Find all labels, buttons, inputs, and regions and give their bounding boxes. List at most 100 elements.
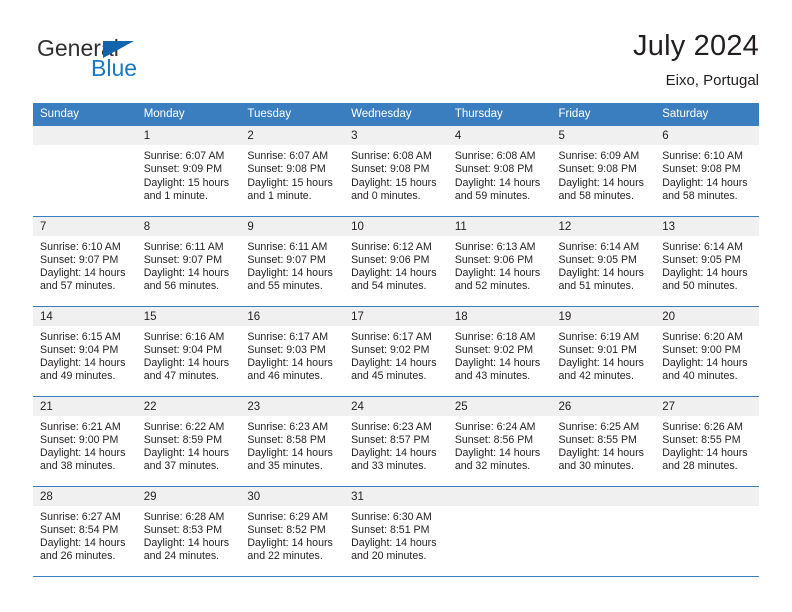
calendar-day-cell[interactable]: 16 Sunrise: 6:17 AM Sunset: 9:03 PM Dayligh… (240, 306, 345, 397)
calendar-week-row: 21 Sunrise: 6:21 AM Sunset: 9:00 PM Dayligh… (33, 396, 759, 487)
calendar-day-cell[interactable]: 21 Sunrise: 6:21 AM Sunset: 9:00 PM Dayligh… (33, 396, 137, 487)
calendar-day-cell[interactable]: 29 Sunrise: 6:28 AM Sunset: 8:53 PM Dayligh… (136, 486, 241, 577)
day-info: Sunrise: 6:11 AM Sunset: 9:07 PM Daylight:… (137, 236, 241, 294)
day-number: 27 (655, 396, 759, 416)
calendar-day-cell[interactable]: 14 Sunrise: 6:15 AM Sunset: 9:04 PM Dayligh… (33, 306, 137, 397)
day-number: 2 (240, 126, 345, 145)
day-info: Sunrise: 6:14 AM Sunset: 9:05 PM Daylight:… (655, 236, 759, 294)
day-number: 14 (33, 306, 137, 326)
day-info: Sunrise: 6:22 AM Sunset: 8:59 PM Daylight:… (137, 416, 241, 474)
calendar-day-cell[interactable]: 17 Sunrise: 6:17 AM Sunset: 9:02 PM Dayligh… (344, 306, 448, 397)
calendar-week-row: 14 Sunrise: 6:15 AM Sunset: 9:04 PM Dayligh… (33, 306, 759, 397)
sunset-text: Sunset: 9:02 PM (454, 343, 534, 356)
calendar-day-cell[interactable]: 19 Sunrise: 6:19 AM Sunset: 9:01 PM Dayligh… (551, 306, 656, 397)
daylight-text: Daylight: 14 hours and 30 minutes. (558, 447, 644, 473)
daylight-text: Daylight: 14 hours and 54 minutes. (351, 267, 437, 293)
logo-text-blue: Blue (91, 55, 138, 81)
day-info: Sunrise: 6:07 AM Sunset: 9:08 PM Daylight:… (240, 145, 344, 203)
daylight-text: Daylight: 14 hours and 56 minutes. (143, 267, 230, 293)
calendar-day-cell[interactable]: 10 Sunrise: 6:12 AM Sunset: 9:06 PM Dayligh… (344, 216, 448, 307)
sunset-text: Sunset: 9:00 PM (40, 433, 119, 446)
day-info: Sunrise: 6:13 AM Sunset: 9:06 PM Daylight:… (448, 236, 552, 294)
calendar-day-cell[interactable]: 22 Sunrise: 6:22 AM Sunset: 8:59 PM Dayligh… (136, 396, 241, 487)
calendar-day-cell[interactable]: 24 Sunrise: 6:23 AM Sunset: 8:57 PM Dayligh… (344, 396, 448, 487)
calendar-day-cell[interactable]: 4 Sunrise: 6:08 AM Sunset: 9:08 PM Daylight… (447, 126, 552, 217)
sunrise-text: Sunrise: 6:29 AM (247, 510, 329, 523)
day-number: 30 (240, 486, 345, 506)
day-info: Sunrise: 6:23 AM Sunset: 8:57 PM Daylight:… (344, 416, 448, 474)
weekday-header-thursday: Thursday (447, 103, 552, 126)
sunset-text: Sunset: 9:05 PM (558, 253, 637, 266)
day-number: 24 (344, 396, 448, 416)
day-number: 4 (447, 126, 552, 145)
day-info: Sunrise: 6:10 AM Sunset: 9:07 PM Daylight:… (33, 236, 137, 294)
calendar-day-cell[interactable]: 5 Sunrise: 6:09 AM Sunset: 9:08 PM Daylight… (551, 126, 656, 217)
daylight-text: Daylight: 14 hours and 33 minutes. (351, 447, 437, 473)
calendar-day-cell[interactable]: 1 Sunrise: 6:07 AM Sunset: 9:09 PM Daylight… (136, 126, 241, 217)
sunrise-text: Sunrise: 6:07 AM (247, 150, 329, 162)
daylight-text: Daylight: 15 hours and 0 minutes. (351, 176, 437, 202)
day-info: Sunrise: 6:26 AM Sunset: 8:55 PM Daylight:… (655, 416, 759, 474)
sunset-text: Sunset: 9:08 PM (454, 163, 534, 176)
day-info: Sunrise: 6:29 AM Sunset: 8:52 PM Daylight:… (240, 506, 344, 564)
calendar-day-cell-empty (447, 486, 552, 577)
calendar-day-cell[interactable]: 31 Sunrise: 6:30 AM Sunset: 8:51 PM Dayligh… (344, 486, 448, 577)
daylight-text: Daylight: 14 hours and 35 minutes. (247, 447, 333, 473)
day-number (33, 126, 137, 145)
day-number (655, 486, 759, 506)
calendar-day-cell[interactable]: 8 Sunrise: 6:11 AM Sunset: 9:07 PM Daylight… (136, 216, 241, 307)
calendar-day-cell[interactable]: 23 Sunrise: 6:23 AM Sunset: 8:58 PM Dayligh… (240, 396, 345, 487)
calendar-day-cell[interactable]: 7 Sunrise: 6:10 AM Sunset: 9:07 PM Daylight… (33, 216, 137, 307)
calendar-day-cell[interactable]: 3 Sunrise: 6:08 AM Sunset: 9:08 PM Daylight… (344, 126, 448, 217)
sunset-text: Sunset: 8:56 PM (454, 433, 534, 446)
sunset-text: Sunset: 8:51 PM (351, 523, 430, 536)
daylight-text: Daylight: 14 hours and 58 minutes. (558, 176, 644, 202)
calendar-week-row: 1 Sunrise: 6:07 AM Sunset: 9:09 PM Daylight… (33, 126, 759, 217)
calendar-day-cell[interactable]: 28 Sunrise: 6:27 AM Sunset: 8:54 PM Dayligh… (33, 486, 137, 577)
daylight-text: Daylight: 14 hours and 37 minutes. (143, 447, 230, 473)
day-info: Sunrise: 6:20 AM Sunset: 9:00 PM Daylight:… (655, 326, 759, 384)
sunrise-text: Sunrise: 6:22 AM (143, 420, 225, 433)
calendar-day-cell[interactable]: 12 Sunrise: 6:14 AM Sunset: 9:05 PM Dayligh… (551, 216, 656, 307)
day-info: Sunrise: 6:21 AM Sunset: 9:00 PM Daylight:… (33, 416, 137, 474)
calendar-day-cell[interactable]: 20 Sunrise: 6:20 AM Sunset: 9:00 PM Dayligh… (655, 306, 759, 397)
sunset-text: Sunset: 9:01 PM (558, 343, 637, 356)
day-number: 17 (344, 306, 448, 326)
calendar-day-cell[interactable]: 30 Sunrise: 6:29 AM Sunset: 8:52 PM Dayligh… (240, 486, 345, 577)
sunset-text: Sunset: 8:59 PM (143, 433, 223, 446)
day-info: Sunrise: 6:15 AM Sunset: 9:04 PM Daylight:… (33, 326, 137, 384)
calendar-day-cell[interactable]: 9 Sunrise: 6:11 AM Sunset: 9:07 PM Daylight… (240, 216, 345, 307)
calendar-day-cell[interactable]: 13 Sunrise: 6:14 AM Sunset: 9:05 PM Dayligh… (655, 216, 759, 307)
calendar-body: 1 Sunrise: 6:07 AM Sunset: 9:09 PM Daylight… (33, 126, 759, 577)
day-info: Sunrise: 6:25 AM Sunset: 8:55 PM Daylight:… (552, 416, 656, 474)
general-blue-logo[interactable]: General Blue (33, 28, 173, 82)
day-number: 28 (33, 486, 137, 506)
calendar-day-cell[interactable]: 11 Sunrise: 6:13 AM Sunset: 9:06 PM Dayligh… (447, 216, 552, 307)
calendar-day-cell[interactable]: 15 Sunrise: 6:16 AM Sunset: 9:04 PM Dayligh… (136, 306, 241, 397)
calendar-day-cell[interactable]: 6 Sunrise: 6:10 AM Sunset: 9:08 PM Daylight… (655, 126, 759, 217)
daylight-text: Daylight: 14 hours and 40 minutes. (662, 357, 748, 383)
sunrise-text: Sunrise: 6:25 AM (558, 420, 640, 433)
weekday-header-row: Sunday Monday Tuesday Wednesday Thursday… (33, 103, 759, 126)
sunrise-text: Sunrise: 6:17 AM (351, 330, 432, 343)
sunrise-text: Sunrise: 6:23 AM (247, 420, 329, 433)
sunset-text: Sunset: 8:55 PM (662, 433, 741, 446)
sunset-text: Sunset: 9:09 PM (143, 163, 223, 176)
day-number: 21 (33, 396, 137, 416)
sunset-text: Sunset: 9:04 PM (143, 343, 223, 356)
daylight-text: Daylight: 14 hours and 46 minutes. (247, 357, 333, 383)
sunset-text: Sunset: 8:58 PM (247, 433, 326, 446)
calendar-day-cell[interactable]: 25 Sunrise: 6:24 AM Sunset: 8:56 PM Dayligh… (447, 396, 552, 487)
sunset-text: Sunset: 8:52 PM (247, 523, 326, 536)
calendar-day-cell[interactable]: 26 Sunrise: 6:25 AM Sunset: 8:55 PM Dayligh… (551, 396, 656, 487)
calendar-day-cell[interactable]: 2 Sunrise: 6:07 AM Sunset: 9:08 PM Daylight… (240, 126, 345, 217)
sunrise-text: Sunrise: 6:28 AM (143, 510, 225, 523)
day-number: 19 (551, 306, 656, 326)
day-info: Sunrise: 6:08 AM Sunset: 9:08 PM Daylight:… (344, 145, 448, 203)
calendar-day-cell[interactable]: 18 Sunrise: 6:18 AM Sunset: 9:02 PM Dayligh… (447, 306, 552, 397)
sunrise-text: Sunrise: 6:11 AM (247, 240, 328, 253)
sunrise-text: Sunrise: 6:17 AM (247, 330, 329, 343)
calendar-day-cell[interactable]: 27 Sunrise: 6:26 AM Sunset: 8:55 PM Dayligh… (655, 396, 759, 487)
day-number: 26 (551, 396, 656, 416)
page-title: July 2024 (633, 30, 759, 62)
